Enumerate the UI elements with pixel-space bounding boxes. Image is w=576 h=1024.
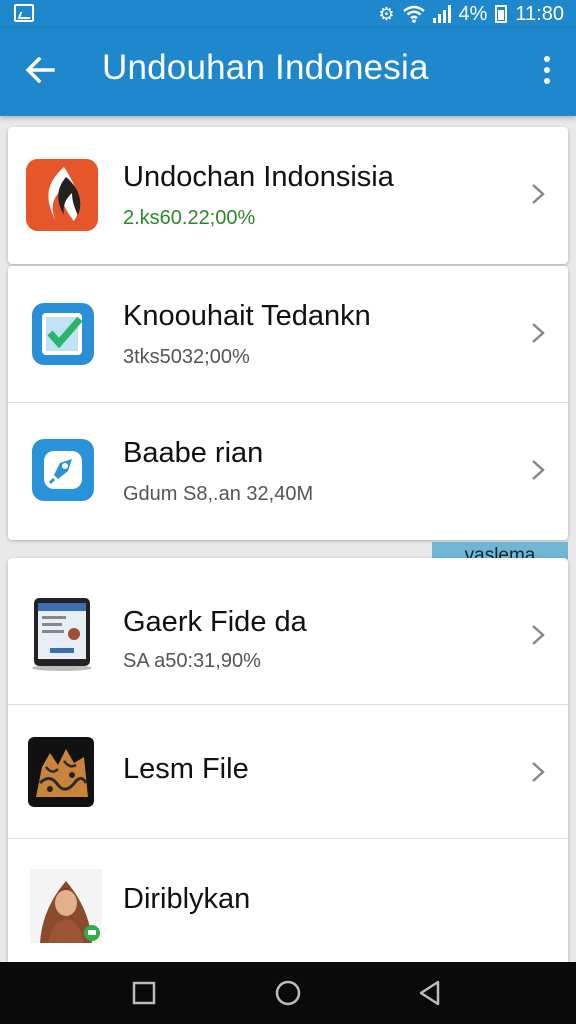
item-subtitle: 3tks5032;00% <box>123 346 250 368</box>
person-avatar-icon <box>30 869 102 943</box>
chevron-right-icon <box>532 323 545 343</box>
item-subtitle: Gdum S8,.an 32,40M <box>123 483 314 505</box>
list-item[interactable]: Lesm File <box>8 705 568 839</box>
navigation-bar <box>0 962 576 1024</box>
app-card-2: Knoouhait Tedankn 3tks5032;00% Baabe ria… <box>8 266 568 540</box>
status-bar: ⚙ 4% 11:80 <box>0 0 576 28</box>
batik-app-icon <box>28 737 94 807</box>
item-subtitle: 2.ks60.22;00% <box>123 207 256 229</box>
item-subtitle: SA a50:31,90% <box>123 650 261 672</box>
clock: 11:80 <box>515 2 564 25</box>
dot-icon <box>544 56 550 62</box>
check-app-icon <box>32 303 94 365</box>
list-item[interactable]: Baabe rian Gdum S8,.an 32,40M <box>8 403 568 540</box>
app-bar: Undouhan Indonesia <box>0 28 576 116</box>
list-item[interactable]: Gaerk Fide da SA a50:31,90% <box>8 558 568 705</box>
list-item[interactable]: Diriblykan <box>8 839 568 968</box>
flame-app-icon <box>26 159 98 231</box>
chevron-right-icon <box>532 762 545 782</box>
home-icon[interactable] <box>274 979 302 1007</box>
tablet-app-icon <box>30 596 94 672</box>
chevron-right-icon <box>532 184 545 204</box>
dot-icon <box>544 78 550 84</box>
battery-percent: 4% <box>458 2 488 25</box>
list-item[interactable]: Knoouhait Tedankn 3tks5032;00% <box>8 266 568 403</box>
back-button[interactable] <box>20 50 60 90</box>
app-card-1: Undochan Indonsisia 2.ks60.22;00% <box>8 127 568 264</box>
app-card-3: Gaerk Fide da SA a50:31,90% Lesm File Di… <box>8 558 568 968</box>
item-title: Gaerk Fide da <box>123 606 307 638</box>
item-title: Diriblykan <box>123 883 251 915</box>
nfc-icon: ⚙ <box>378 4 395 24</box>
list-item[interactable]: Undochan Indonsisia 2.ks60.22;00% <box>8 127 568 264</box>
wifi-icon <box>402 5 425 23</box>
dot-icon <box>544 67 550 73</box>
status-indicators: ⚙ 4% 11:80 <box>378 2 564 26</box>
item-title: Baabe rian <box>123 437 264 469</box>
page-title: Undouhan Indonesia <box>102 48 429 87</box>
chevron-right-icon <box>532 460 545 480</box>
overflow-menu-button[interactable] <box>534 50 560 90</box>
chevron-right-icon <box>532 625 545 645</box>
battery-icon <box>495 5 508 23</box>
item-title: Undochan Indonsisia <box>123 161 394 193</box>
rocket-app-icon <box>32 439 94 501</box>
gallery-notification-icon <box>14 4 34 22</box>
item-title: Lesm File <box>123 753 249 785</box>
item-title: Knoouhait Tedankn <box>123 300 371 332</box>
back-nav-icon[interactable] <box>416 979 444 1007</box>
back-arrow-icon <box>25 57 55 83</box>
signal-icon <box>432 5 451 23</box>
recents-icon[interactable] <box>130 979 158 1007</box>
